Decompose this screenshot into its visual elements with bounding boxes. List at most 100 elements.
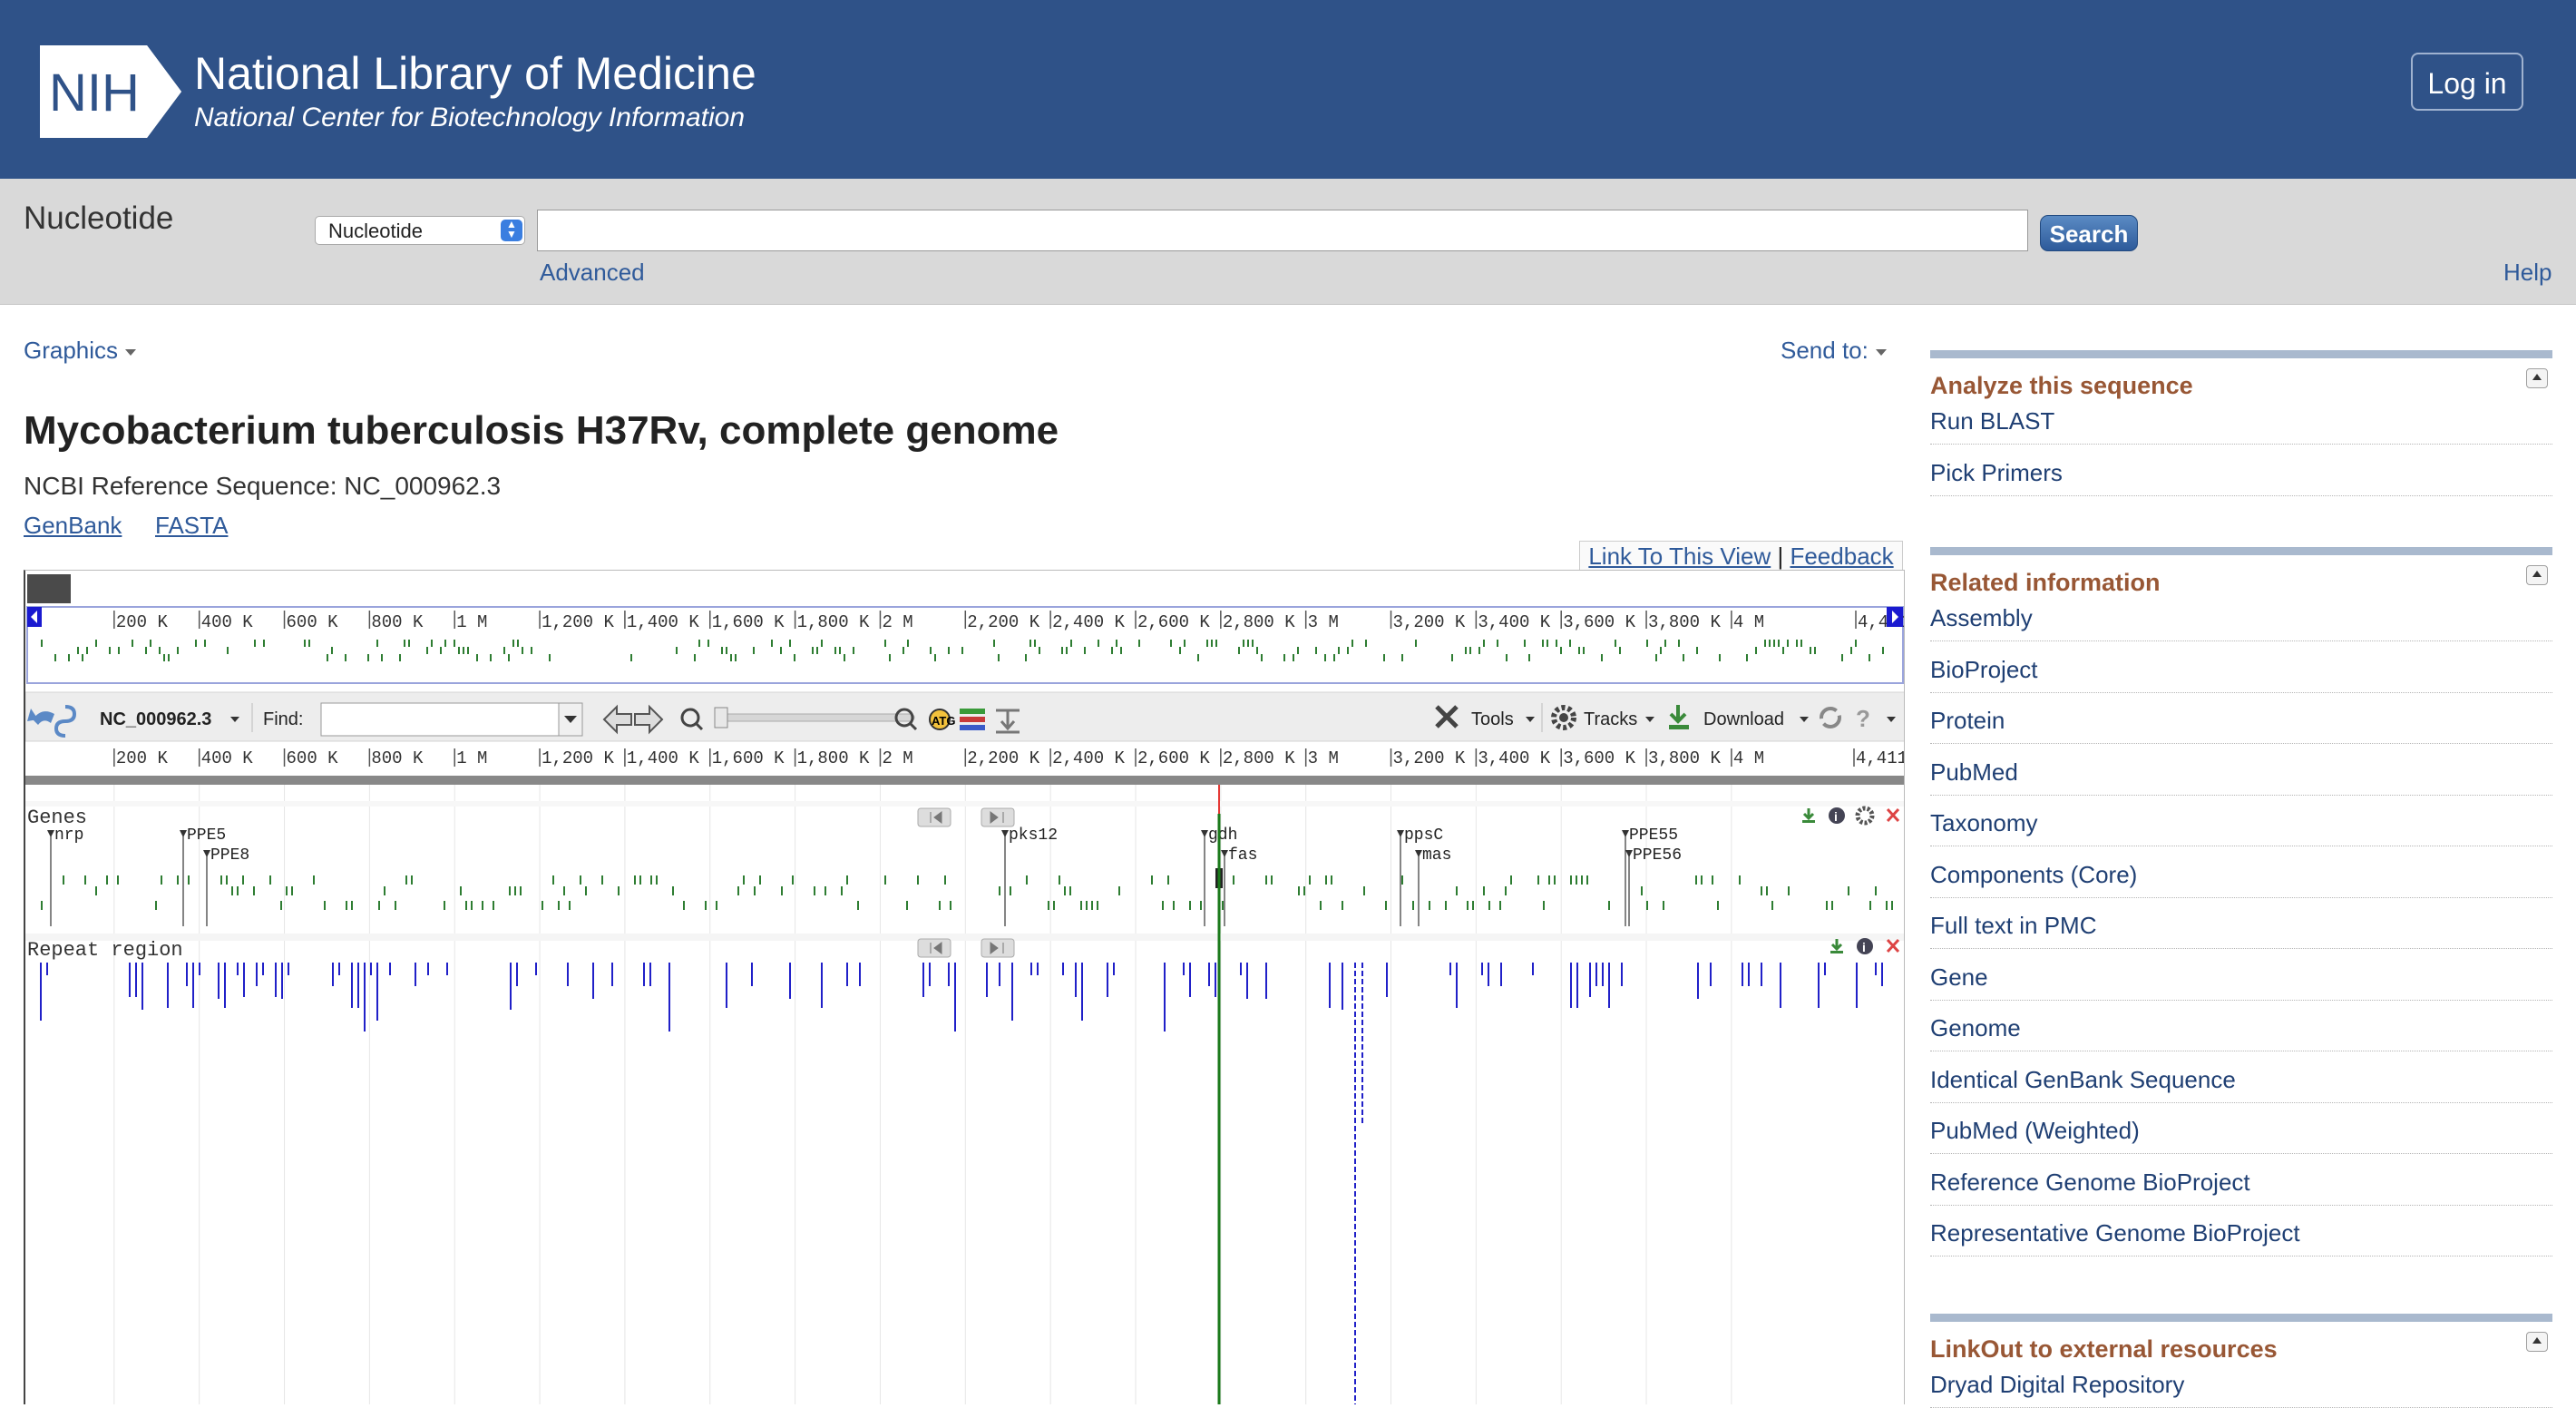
gene-marker (203, 850, 210, 857)
repeat-track-prev-button[interactable] (917, 938, 951, 958)
gene-marker (1415, 850, 1422, 857)
gene-label[interactable]: PPE56 (1633, 846, 1682, 865)
download-menu[interactable]: Download (1703, 709, 1784, 729)
genbank-link[interactable]: GenBank (24, 512, 122, 540)
send-to-menu[interactable]: Send to: (1781, 337, 1887, 365)
overview-handle[interactable] (27, 574, 71, 603)
overview-tick-label: 600 K (287, 612, 339, 632)
gene-label[interactable]: pks12 (1009, 826, 1058, 845)
main-ruler-tick-label: 4 M (1733, 748, 1764, 768)
sequence-viewer: 200 K 400 K 600 K 800 K 1 M 1,200 K 1,400 K 1,6… (24, 570, 1905, 1404)
search-button[interactable]: Search (2040, 215, 2138, 251)
repeat-track-header (25, 934, 1904, 941)
org-subtitle: National Center for Biotechnology Inform… (194, 103, 746, 132)
tracks-menu[interactable]: Tracks (1584, 709, 1637, 729)
genes-track-prev-button[interactable] (917, 807, 951, 827)
markers-icon[interactable] (960, 709, 985, 730)
repeat-features (40, 963, 1883, 1404)
overview-tick-label: 2,800 K (1223, 612, 1295, 632)
accession-select[interactable]: NC_000962.3 (100, 709, 211, 729)
gene-marker (47, 830, 54, 837)
nih-logo-text: NIH (49, 64, 140, 122)
overview-tick-label: 4 M (1733, 612, 1764, 632)
link-to-this-view[interactable]: Link To This View (1588, 543, 1771, 570)
gene-label[interactable]: PPE5 (187, 826, 226, 845)
feedback-link[interactable]: Feedback (1790, 543, 1893, 570)
svg-text:?: ? (1856, 705, 1870, 732)
sidebar-link[interactable]: Protein (1930, 704, 2552, 744)
sidebar-link[interactable]: Run BLAST (1930, 405, 2552, 445)
gene-marker (1001, 830, 1009, 837)
sidebar-section-title: Related information (1930, 569, 2161, 596)
sidebar-link[interactable]: Gene (1930, 961, 2552, 1001)
genes-track-next-button[interactable] (981, 807, 1015, 827)
main-ruler-tick-label: 400 K (201, 748, 254, 768)
org-title[interactable]: National Library of Medicine (194, 47, 756, 100)
track-settings-icon[interactable] (1855, 806, 1875, 826)
find-label: Find: (263, 709, 303, 729)
help-link[interactable]: Help (2503, 259, 2552, 287)
track-close-icon[interactable] (1886, 938, 1900, 953)
track-download-icon[interactable] (1830, 939, 1843, 953)
sidebar-link[interactable]: Assembly (1930, 601, 2552, 641)
sidebar-link[interactable]: Reference Genome BioProject (1930, 1166, 2552, 1206)
collapse-section-icon[interactable] (2526, 368, 2548, 388)
collapse-section-icon[interactable] (2526, 1331, 2548, 1352)
gene-label[interactable]: PPE8 (210, 846, 249, 865)
sidebar-link[interactable]: BioProject (1930, 653, 2552, 693)
find-input[interactable] (320, 702, 560, 737)
zoom-slider-handle[interactable] (714, 707, 728, 728)
main-ruler-tick-label: 2,800 K (1223, 748, 1295, 768)
tools-menu[interactable]: Tools (1471, 709, 1514, 729)
main-ruler-tick-label: 800 K (371, 748, 424, 768)
viewer-grid (113, 785, 1732, 1404)
gene-label[interactable]: fas (1228, 846, 1257, 865)
search-input[interactable] (537, 210, 2028, 251)
sidebar-link[interactable]: Identical GenBank Sequence (1930, 1063, 2552, 1103)
gene-marker (1221, 850, 1228, 857)
send-to-label: Send to: (1781, 337, 1869, 364)
svg-text:ATG: ATG (932, 714, 955, 728)
sidebar-link[interactable]: Pick Primers (1930, 456, 2552, 496)
track-info-icon[interactable]: i (1829, 807, 1845, 824)
sidebar-link[interactable]: Full text in PMC (1930, 909, 2552, 949)
overview-tick-label: 2,600 K (1137, 612, 1210, 632)
gene-label[interactable]: gdh (1208, 826, 1237, 845)
fasta-link[interactable]: FASTA (155, 512, 228, 540)
sidebar-link[interactable]: Components (Core) (1930, 858, 2552, 898)
display-format-menu[interactable]: Graphics (24, 337, 137, 365)
gene-label[interactable]: nrp (54, 826, 83, 845)
sidebar-link[interactable]: Taxonomy (1930, 807, 2552, 846)
main-ruler-tick-label: 3,400 K (1478, 748, 1550, 768)
ruler-scroll-bar[interactable] (25, 776, 1905, 785)
gene-label[interactable]: ppsC (1404, 826, 1443, 845)
overview-tick-label: 1,400 K (627, 612, 699, 632)
sidebar-section-title: LinkOut to external resources (1930, 1335, 2278, 1363)
gene-label[interactable]: mas (1422, 846, 1451, 865)
login-button[interactable]: Log in (2411, 53, 2523, 111)
sidebar-link[interactable]: PubMed (Weighted) (1930, 1114, 2552, 1154)
main-ruler-tick-label: 2,600 K (1137, 748, 1210, 768)
advanced-search-link[interactable]: Advanced (540, 259, 645, 287)
help-icon[interactable]: ? (1856, 705, 1870, 732)
sidebar-section-bar (1930, 350, 2552, 358)
overview-tick-label: 800 K (371, 612, 424, 632)
sidebar-link[interactable]: Genome (1930, 1012, 2552, 1051)
track-info-icon[interactable]: i (1857, 938, 1873, 954)
nih-logo[interactable]: NIH (40, 45, 181, 138)
gene-marker (1622, 830, 1629, 837)
zoom-slider[interactable] (714, 713, 915, 722)
collapse-section-icon[interactable] (2526, 565, 2548, 585)
repeat-track-next-button[interactable] (981, 938, 1015, 958)
track-download-icon[interactable] (1802, 808, 1815, 823)
sidebar-link[interactable]: PubMed (1930, 756, 2552, 796)
database-select[interactable]: Nucleotide ▲ ▼ (315, 216, 525, 245)
overview-tick-label: 1,200 K (542, 612, 614, 632)
sidebar-link[interactable]: Representative Genome BioProject (1930, 1217, 2552, 1256)
gene-label[interactable]: PPE55 (1629, 826, 1678, 845)
display-format-label: Graphics (24, 337, 119, 364)
track-close-icon[interactable] (1886, 807, 1900, 823)
main-ruler-tick-label: 2 M (882, 748, 912, 768)
sidebar-link[interactable]: Dryad Digital Repository (1930, 1368, 2552, 1408)
svg-text:i: i (1834, 809, 1838, 824)
